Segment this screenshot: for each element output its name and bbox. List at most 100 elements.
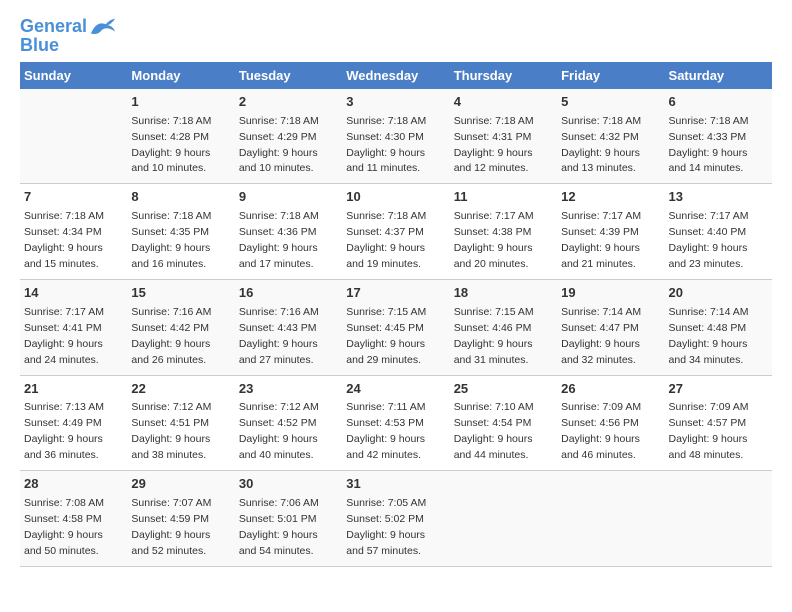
cell-info-line: and 21 minutes.: [561, 258, 636, 270]
cell-info-line: Daylight: 9 hours: [669, 338, 748, 350]
day-number: 19: [561, 284, 660, 303]
cell-info-line: and 16 minutes.: [131, 258, 206, 270]
calendar-cell: [450, 471, 557, 567]
cell-info-line: and 10 minutes.: [239, 162, 314, 174]
calendar-cell: 17Sunrise: 7:15 AMSunset: 4:45 PMDayligh…: [342, 279, 449, 375]
calendar-cell: 29Sunrise: 7:07 AMSunset: 4:59 PMDayligh…: [127, 471, 234, 567]
cell-info-line: Sunrise: 7:17 AM: [454, 210, 534, 222]
calendar-cell: 25Sunrise: 7:10 AMSunset: 4:54 PMDayligh…: [450, 375, 557, 471]
cell-info-line: Sunset: 4:54 PM: [454, 417, 532, 429]
cell-info-line: Sunrise: 7:05 AM: [346, 497, 426, 509]
day-number: 31: [346, 475, 445, 494]
cell-info-line: and 40 minutes.: [239, 449, 314, 461]
cell-info-line: Sunset: 4:53 PM: [346, 417, 424, 429]
weekday-header-friday: Friday: [557, 62, 664, 89]
calendar-cell: 21Sunrise: 7:13 AMSunset: 4:49 PMDayligh…: [20, 375, 127, 471]
cell-info-line: Daylight: 9 hours: [24, 529, 103, 541]
weekday-header-monday: Monday: [127, 62, 234, 89]
cell-info-line: Sunrise: 7:10 AM: [454, 401, 534, 413]
cell-info-line: Daylight: 9 hours: [346, 338, 425, 350]
cell-info-line: Daylight: 9 hours: [131, 338, 210, 350]
cell-info-line: and 29 minutes.: [346, 354, 421, 366]
cell-info-line: Sunrise: 7:18 AM: [561, 115, 641, 127]
weekday-header-thursday: Thursday: [450, 62, 557, 89]
day-number: 12: [561, 188, 660, 207]
calendar-cell: 7Sunrise: 7:18 AMSunset: 4:34 PMDaylight…: [20, 184, 127, 280]
cell-info-line: Daylight: 9 hours: [454, 242, 533, 254]
cell-info-line: Sunrise: 7:18 AM: [454, 115, 534, 127]
cell-info-line: Daylight: 9 hours: [24, 433, 103, 445]
cell-info-line: and 48 minutes.: [669, 449, 744, 461]
calendar-cell: 22 Sunrise: 7:12 AM Sunset: 4:51 PM Dayligh…: [127, 375, 234, 471]
cell-info-line: Sunrise: 7:16 AM: [239, 306, 319, 318]
calendar-table: SundayMondayTuesdayWednesdayThursdayFrid…: [20, 62, 772, 567]
calendar-cell: 5Sunrise: 7:18 AMSunset: 4:32 PMDaylight…: [557, 89, 664, 184]
cell-info-line: and 14 minutes.: [669, 162, 744, 174]
cell-info-line: Sunset: 4:32 PM: [561, 131, 639, 143]
cell-info-line: Daylight: 9 hours: [239, 147, 318, 159]
cell-info-line: and 52 minutes.: [131, 545, 206, 557]
calendar-cell: 11Sunrise: 7:17 AMSunset: 4:38 PMDayligh…: [450, 184, 557, 280]
cell-info-line: Sunrise: 7:17 AM: [669, 210, 749, 222]
cell-info-line: Daylight: 9 hours: [669, 147, 748, 159]
day-number: 30: [239, 475, 338, 494]
cell-info-line: Sunset: 4:28 PM: [131, 131, 209, 143]
cell-info-line: Sunset: 4:35 PM: [131, 226, 209, 238]
page-header: General Blue: [20, 10, 772, 56]
calendar-cell: 2Sunrise: 7:18 AMSunset: 4:29 PMDaylight…: [235, 89, 342, 184]
cell-info-line: Sunset: 4:56 PM: [561, 417, 639, 429]
cell-info-line: Sunset: 4:48 PM: [669, 322, 747, 334]
day-number: 26: [561, 380, 660, 399]
calendar-cell: 10Sunrise: 7:18 AMSunset: 4:37 PMDayligh…: [342, 184, 449, 280]
calendar-cell: 24Sunrise: 7:11 AMSunset: 4:53 PMDayligh…: [342, 375, 449, 471]
calendar-cell: 9Sunrise: 7:18 AMSunset: 4:36 PMDaylight…: [235, 184, 342, 280]
day-number: 7: [24, 188, 123, 207]
calendar-cell: 12Sunrise: 7:17 AMSunset: 4:39 PMDayligh…: [557, 184, 664, 280]
cell-info-line: Sunset: 5:02 PM: [346, 513, 424, 525]
day-number: 16: [239, 284, 338, 303]
cell-info-line: and 11 minutes.: [346, 162, 420, 174]
cell-info-line: Daylight: 9 hours: [239, 338, 318, 350]
cell-info-line: Daylight: 9 hours: [561, 242, 640, 254]
cell-info-line: Sunrise: 7:15 AM: [454, 306, 534, 318]
calendar-cell: 26Sunrise: 7:09 AMSunset: 4:56 PMDayligh…: [557, 375, 664, 471]
calendar-cell: 18Sunrise: 7:15 AMSunset: 4:46 PMDayligh…: [450, 279, 557, 375]
cell-info-line: Daylight: 9 hours: [669, 242, 748, 254]
cell-info-line: and 12 minutes.: [454, 162, 529, 174]
weekday-header-wednesday: Wednesday: [342, 62, 449, 89]
cell-info-line: Daylight: 9 hours: [131, 433, 210, 445]
calendar-cell: 15Sunrise: 7:16 AMSunset: 4:42 PMDayligh…: [127, 279, 234, 375]
cell-info-line: Sunrise: 7:12 AM: [239, 401, 319, 413]
calendar-cell: [665, 471, 772, 567]
cell-info-line: Sunrise: 7:08 AM: [24, 497, 104, 509]
calendar-cell: 31Sunrise: 7:05 AMSunset: 5:02 PMDayligh…: [342, 471, 449, 567]
cell-info-line: Daylight: 9 hours: [669, 433, 748, 445]
cell-info-line: Sunset: 4:51 PM: [131, 417, 209, 429]
cell-info-line: Sunset: 4:45 PM: [346, 322, 424, 334]
cell-info-line: Sunset: 4:58 PM: [24, 513, 102, 525]
cell-info-line: Sunrise: 7:09 AM: [669, 401, 749, 413]
cell-info-line: Sunset: 4:42 PM: [131, 322, 209, 334]
cell-info-line: Daylight: 9 hours: [24, 242, 103, 254]
cell-info-line: Sunrise: 7:18 AM: [669, 115, 749, 127]
cell-info-line: Sunset: 4:29 PM: [239, 131, 317, 143]
weekday-header-sunday: Sunday: [20, 62, 127, 89]
cell-info-line: and 42 minutes.: [346, 449, 421, 461]
logo-blue-text: Blue: [20, 36, 117, 56]
calendar-cell: 30Sunrise: 7:06 AMSunset: 5:01 PMDayligh…: [235, 471, 342, 567]
cell-info-line: and 26 minutes.: [131, 354, 206, 366]
cell-info-line: Sunrise: 7:12 AM: [131, 401, 211, 413]
calendar-cell: [20, 89, 127, 184]
day-number: 22: [131, 380, 230, 399]
calendar-cell: 3Sunrise: 7:18 AMSunset: 4:30 PMDaylight…: [342, 89, 449, 184]
day-number: 28: [24, 475, 123, 494]
calendar-cell: 19Sunrise: 7:14 AMSunset: 4:47 PMDayligh…: [557, 279, 664, 375]
calendar-cell: 8Sunrise: 7:18 AMSunset: 4:35 PMDaylight…: [127, 184, 234, 280]
day-number: 8: [131, 188, 230, 207]
calendar-cell: 6Sunrise: 7:18 AMSunset: 4:33 PMDaylight…: [665, 89, 772, 184]
cell-info-line: Daylight: 9 hours: [239, 433, 318, 445]
calendar-cell: 23Sunrise: 7:12 AMSunset: 4:52 PMDayligh…: [235, 375, 342, 471]
calendar-cell: 1Sunrise: 7:18 AMSunset: 4:28 PMDaylight…: [127, 89, 234, 184]
cell-info-line: Daylight: 9 hours: [346, 433, 425, 445]
cell-info-line: Sunrise: 7:14 AM: [561, 306, 641, 318]
